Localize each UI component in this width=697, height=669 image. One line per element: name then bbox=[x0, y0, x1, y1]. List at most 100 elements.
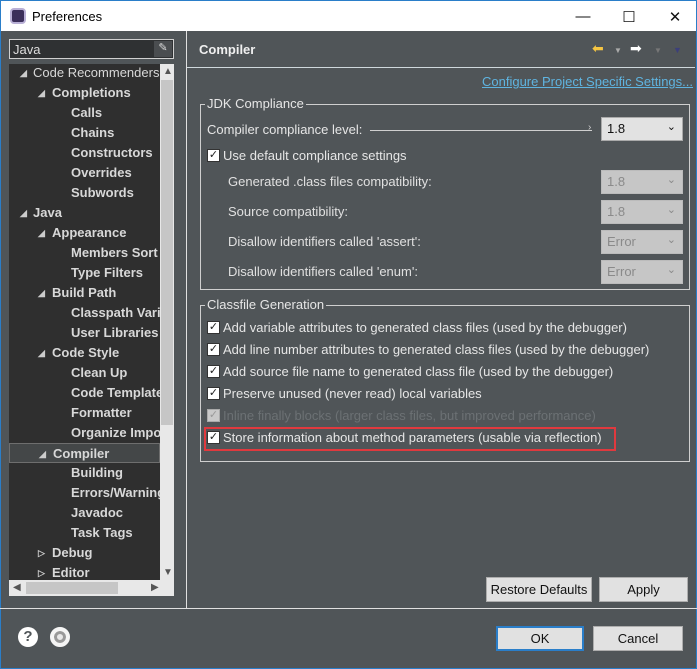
tree-item[interactable]: Formatter bbox=[9, 403, 160, 423]
compliance-level-select[interactable]: 1.8 ⌄ bbox=[601, 117, 683, 141]
horizontal-scroll-thumb[interactable] bbox=[26, 582, 118, 594]
tree-item[interactable]: Organize Imports bbox=[9, 423, 160, 443]
tree-item[interactable]: Classpath Variables bbox=[9, 303, 160, 323]
tree-item[interactable]: ▷ Debug bbox=[9, 543, 160, 563]
classfile-option-checkbox[interactable]: ✓ bbox=[207, 387, 220, 400]
tree-item[interactable]: Errors/Warnings bbox=[9, 483, 160, 503]
eclipse-icon bbox=[10, 8, 26, 24]
filter-input[interactable] bbox=[9, 39, 174, 59]
tree-item-label: Organize Imports bbox=[71, 425, 160, 440]
tree-item[interactable]: Type Filters bbox=[9, 263, 160, 283]
header-divider bbox=[187, 67, 695, 68]
pane-divider[interactable] bbox=[186, 31, 187, 608]
classfile-option-checkbox[interactable]: ✓ bbox=[207, 321, 220, 334]
tree-item[interactable]: Building bbox=[9, 463, 160, 483]
close-button[interactable]: ✕ bbox=[652, 1, 697, 32]
tree-item[interactable]: Subwords bbox=[9, 183, 160, 203]
compliance-level-value: 1.8 bbox=[607, 121, 626, 136]
tree-item[interactable]: Code Templates bbox=[9, 383, 160, 403]
classfile-option-checkbox: ✓ bbox=[207, 409, 220, 422]
scroll-up-icon[interactable]: ▲ bbox=[163, 66, 173, 77]
tree-item[interactable]: ◢ Build Path bbox=[9, 283, 160, 303]
ok-button[interactable]: OK bbox=[496, 626, 584, 651]
view-menu-icon[interactable]: ▼ bbox=[673, 45, 682, 55]
expanded-arrow-icon[interactable]: ◢ bbox=[38, 343, 45, 363]
expanded-arrow-icon[interactable]: ◢ bbox=[38, 283, 45, 303]
compliance-row-value: 1.8 bbox=[607, 174, 626, 189]
tree-item-label: Overrides bbox=[71, 165, 132, 180]
classfile-option-label: Preserve unused (never read) local varia… bbox=[223, 386, 482, 401]
expanded-arrow-icon[interactable]: ◢ bbox=[20, 64, 27, 83]
compliance-row-value: Error bbox=[607, 234, 636, 249]
maximize-button[interactable]: ☐ bbox=[606, 1, 652, 32]
chevron-down-icon: ⌄ bbox=[666, 121, 676, 133]
classfile-generation-legend: Classfile Generation bbox=[205, 297, 327, 312]
use-default-checkbox[interactable]: ✓ bbox=[207, 149, 220, 162]
back-arrow-icon[interactable]: ⬅ bbox=[592, 40, 604, 57]
forward-menu-icon[interactable]: ▼ bbox=[654, 46, 662, 55]
expanded-arrow-icon[interactable]: ◢ bbox=[39, 444, 46, 464]
arrow-line bbox=[370, 130, 592, 131]
tree-item-label: Debug bbox=[52, 545, 93, 560]
tree-item-label: Constructors bbox=[71, 145, 153, 160]
tree-item-label: Completions bbox=[52, 85, 131, 100]
compliance-row-label: Disallow identifiers called 'assert': bbox=[228, 234, 421, 249]
tree-item-label: Calls bbox=[71, 105, 103, 120]
compliance-row-select: Error ⌄ bbox=[601, 260, 683, 284]
tree-item[interactable]: ◢ Appearance bbox=[9, 223, 160, 243]
page-title: Compiler bbox=[199, 42, 256, 57]
help-icon[interactable]: ? bbox=[18, 627, 38, 647]
restore-defaults-button[interactable]: Restore Defaults bbox=[486, 577, 592, 602]
back-menu-icon[interactable]: ▼ bbox=[614, 46, 622, 55]
apply-button[interactable]: Apply bbox=[599, 577, 688, 602]
expanded-arrow-icon[interactable]: ◢ bbox=[38, 223, 45, 243]
tree-item[interactable]: User Libraries bbox=[9, 323, 160, 343]
scroll-right-icon[interactable]: ▶ bbox=[151, 582, 159, 593]
scroll-down-icon[interactable]: ▼ bbox=[163, 567, 173, 578]
tree-item[interactable]: Members Sort Order bbox=[9, 243, 160, 263]
chevron-down-icon: ⌄ bbox=[666, 174, 676, 186]
tree-item[interactable]: Chains bbox=[9, 123, 160, 143]
arrow-head-icon: › bbox=[588, 122, 592, 133]
tree-item[interactable]: ◢ Compiler bbox=[9, 443, 160, 463]
compliance-row-select: 1.8 ⌄ bbox=[601, 170, 683, 194]
classfile-option-checkbox[interactable]: ✓ bbox=[207, 343, 220, 356]
minimize-button[interactable]: — bbox=[560, 1, 606, 32]
tree-item[interactable]: Javadoc bbox=[9, 503, 160, 523]
tree-item[interactable]: ◢ Code Recommenders bbox=[9, 64, 160, 83]
tree-item[interactable]: ▷ Editor bbox=[9, 563, 160, 580]
title-bar: Preferences — ☐ ✕ bbox=[0, 0, 697, 31]
tree-item[interactable]: ◢ Code Style bbox=[9, 343, 160, 363]
tree-item-label: Chains bbox=[71, 125, 115, 140]
vertical-scroll-thumb[interactable] bbox=[161, 80, 173, 425]
forward-arrow-icon[interactable]: ➡ bbox=[630, 40, 642, 57]
tree-item[interactable]: Calls bbox=[9, 103, 160, 123]
tree-item[interactable]: Overrides bbox=[9, 163, 160, 183]
chevron-down-icon: ⌄ bbox=[666, 204, 676, 216]
chevron-down-icon: ⌄ bbox=[666, 234, 676, 246]
tree-item[interactable]: ◢ Completions bbox=[9, 83, 160, 103]
collapsed-arrow-icon[interactable]: ▷ bbox=[38, 563, 45, 580]
import-export-icon[interactable] bbox=[50, 627, 70, 647]
tree-item[interactable]: ◢ Java bbox=[9, 203, 160, 223]
scroll-left-icon[interactable]: ◀ bbox=[13, 582, 21, 593]
configure-project-settings-link[interactable]: Configure Project Specific Settings... bbox=[482, 74, 693, 89]
classfile-option-label: Inline finally blocks (larger class file… bbox=[223, 408, 596, 423]
collapsed-arrow-icon[interactable]: ▷ bbox=[38, 543, 45, 563]
tree-item-label: Building bbox=[71, 465, 123, 480]
expanded-arrow-icon[interactable]: ◢ bbox=[20, 203, 27, 223]
tree-item[interactable]: Constructors bbox=[9, 143, 160, 163]
classfile-option-label: Add line number attributes to generated … bbox=[223, 342, 650, 357]
tree-item[interactable]: Clean Up bbox=[9, 363, 160, 383]
tree-item-label: Formatter bbox=[71, 405, 132, 420]
classfile-option-checkbox[interactable]: ✓ bbox=[207, 365, 220, 378]
tree-item-label: Javadoc bbox=[71, 505, 124, 520]
compliance-row-value: 1.8 bbox=[607, 204, 626, 219]
expanded-arrow-icon[interactable]: ◢ bbox=[38, 83, 45, 103]
tree-item-label: Type Filters bbox=[71, 265, 144, 280]
compliance-row-select: Error ⌄ bbox=[601, 230, 683, 254]
cancel-button[interactable]: Cancel bbox=[593, 626, 683, 651]
clear-filter-icon[interactable]: ✎ bbox=[154, 41, 172, 57]
tree-item[interactable]: Task Tags bbox=[9, 523, 160, 543]
tree-item-label: Members Sort Order bbox=[71, 245, 160, 260]
